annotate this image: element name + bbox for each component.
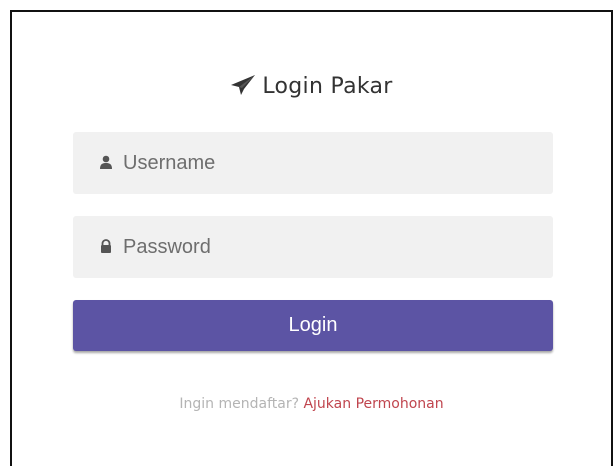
login-heading: Login Pakar (12, 74, 611, 102)
password-field[interactable] (73, 216, 553, 278)
username-field[interactable] (73, 132, 553, 194)
page-title: Login Pakar (262, 74, 393, 99)
user-icon (99, 155, 113, 169)
register-question: Ingin mendaftar? (179, 396, 300, 412)
login-panel: Login Pakar Login Ingin mendaftar? Ajuka… (10, 10, 613, 466)
password-input[interactable] (123, 216, 533, 278)
username-input[interactable] (123, 132, 533, 194)
apply-request-link[interactable]: Ajukan Permohonan (303, 396, 443, 412)
lock-icon (99, 239, 113, 253)
register-prompt: Ingin mendaftar? Ajukan Permohonan (12, 396, 611, 412)
login-button[interactable]: Login (73, 300, 553, 351)
paper-plane-icon (230, 74, 256, 102)
